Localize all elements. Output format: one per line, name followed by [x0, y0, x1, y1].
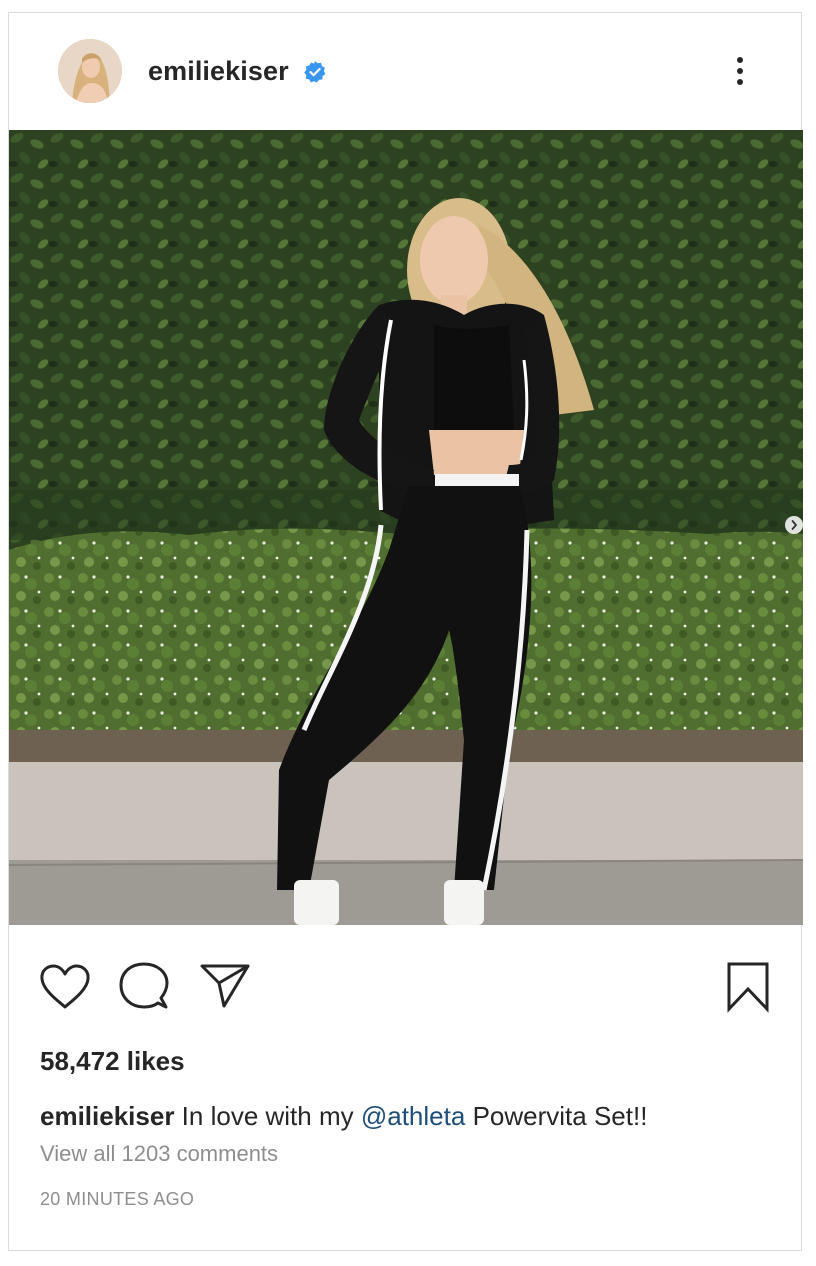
- post-image: [9, 130, 803, 925]
- caption-text-before: In love with my: [181, 1101, 354, 1131]
- post-header: emiliekiser: [9, 13, 801, 130]
- share-icon[interactable]: [199, 963, 251, 1009]
- caption: emiliekiser In love with my @athleta Pow…: [40, 1101, 647, 1132]
- next-image-icon[interactable]: [785, 516, 803, 534]
- bookmark-icon[interactable]: [726, 961, 770, 1013]
- view-all-comments-link[interactable]: View all 1203 comments: [40, 1141, 278, 1167]
- likes-count[interactable]: 58,472 likes: [40, 1046, 185, 1077]
- verified-badge-icon: [304, 61, 326, 83]
- post-photo[interactable]: [9, 130, 803, 925]
- action-bar: [9, 925, 801, 1035]
- more-options-icon[interactable]: [725, 53, 755, 89]
- caption-text-after: Powervita Set!!: [472, 1101, 648, 1131]
- header-username[interactable]: emiliekiser: [148, 56, 289, 87]
- caption-username[interactable]: emiliekiser: [40, 1101, 174, 1131]
- post-timestamp: 20 MINUTES AGO: [40, 1189, 195, 1209]
- avatar[interactable]: [58, 39, 122, 103]
- post-card: emiliekiser 58,472 likes emiliekiser In …: [8, 12, 803, 1251]
- heart-icon[interactable]: [39, 963, 91, 1011]
- caption-mention[interactable]: @athleta: [361, 1101, 465, 1131]
- avatar-image: [58, 39, 122, 103]
- comment-icon[interactable]: [119, 961, 169, 1011]
